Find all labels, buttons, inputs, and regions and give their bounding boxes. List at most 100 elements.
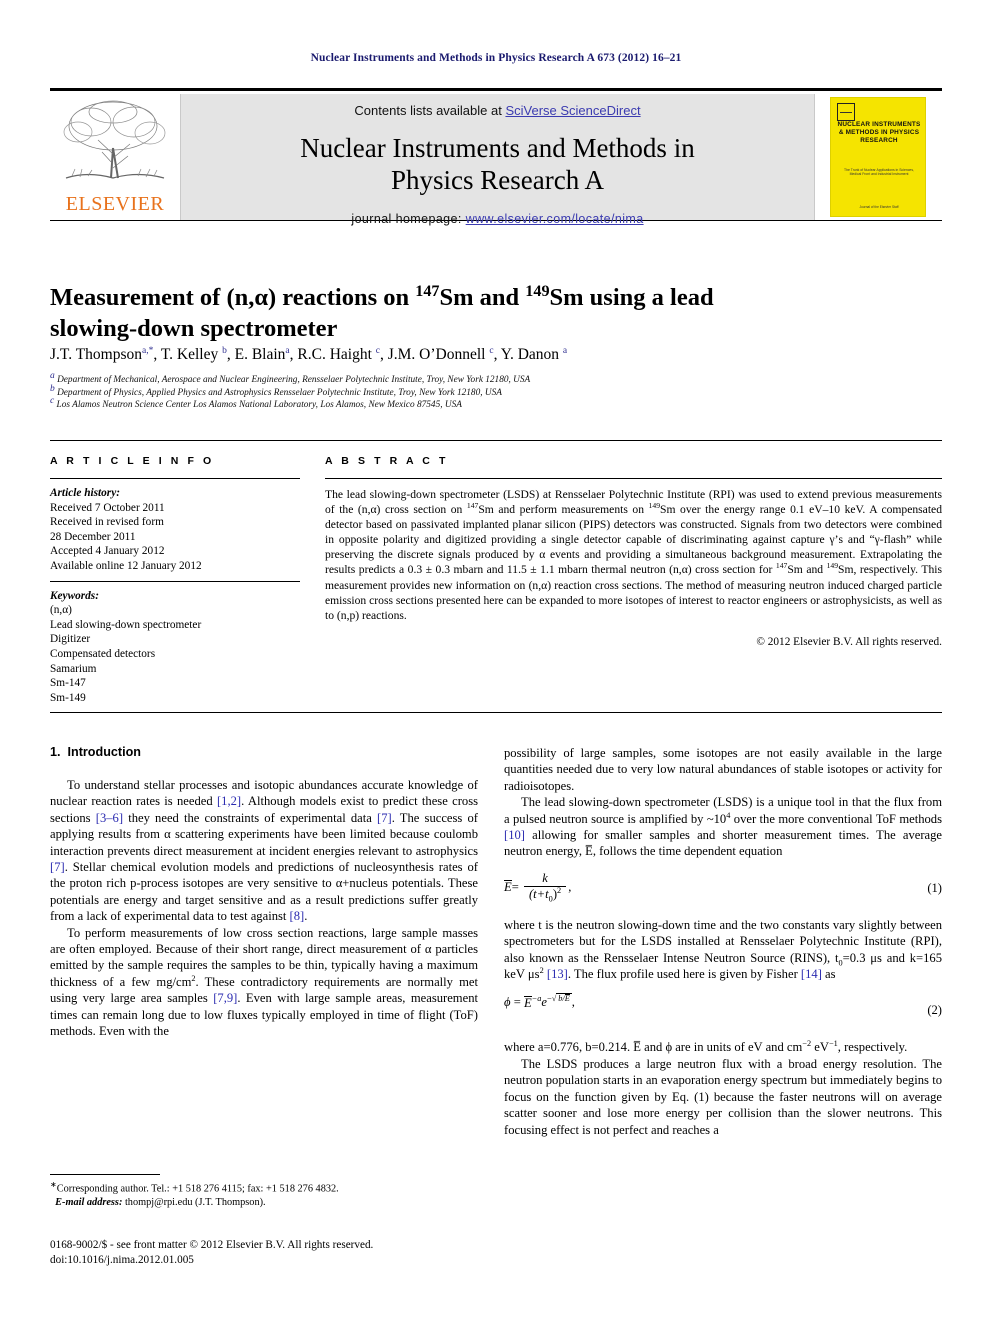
abstract-heading: A B S T R A C T <box>325 455 449 467</box>
equation-2-phi: ϕ <box>504 995 511 1010</box>
citation-ref[interactable]: [3–6] <box>96 811 123 825</box>
equation-2-E-exponent: −a <box>531 994 542 1004</box>
keyword-item[interactable]: (n,α) <box>50 603 300 618</box>
equation-2-radicand: b/E <box>556 993 572 1004</box>
doi-line[interactable]: doi:10.1016/j.nima.2012.01.005 <box>50 1253 510 1268</box>
affiliation-item: b Department of Physics, Applied Physics… <box>50 383 930 400</box>
body-left-column: 1. Introduction To understand stellar pr… <box>50 745 478 1040</box>
equation-2-radicand-E: E <box>564 994 570 1004</box>
cover-title: NUCLEAR INSTRUMENTS & METHODS IN PHYSICS… <box>837 121 921 145</box>
cover-subtitle: The Trunk of Nuclear Applications in Sci… <box>844 168 914 177</box>
abstract-sup-149b: 149 <box>826 561 839 571</box>
citation-ref[interactable]: [1,2] <box>217 794 241 808</box>
citation-ref[interactable]: [13] <box>547 967 568 981</box>
journal-homepage-link[interactable]: www.elsevier.com/locate/nima <box>466 212 644 226</box>
affiliation-list: a Department of Mechanical, Aerospace an… <box>50 371 930 412</box>
author-name[interactable]: Y. Danon <box>501 346 559 363</box>
masthead-center: Contents lists available at SciVerse Sci… <box>181 94 814 226</box>
article-history-block: Article history: Received 7 October 2011… <box>50 486 300 574</box>
running-head: Nuclear Instruments and Methods in Physi… <box>310 52 682 64</box>
abstract-part-2: Sm and perform measurements on <box>478 503 649 517</box>
keywords-label: Keywords: <box>50 589 99 602</box>
keywords-rule <box>50 580 300 582</box>
footnote-rule <box>50 1174 160 1175</box>
page-footer: 0168-9002/$ - see front matter © 2012 El… <box>50 1238 510 1267</box>
section-number: 1. <box>50 745 61 759</box>
text-run: , respectively. <box>837 1040 908 1055</box>
sciencedirect-link[interactable]: SciVerse ScienceDirect <box>505 103 640 118</box>
author-name[interactable]: R.C. Haight <box>297 346 372 363</box>
keyword-item[interactable]: Samarium <box>50 662 300 677</box>
equation-1-comma: , <box>568 879 572 894</box>
affiliation-text: Los Alamos Neutron Science Center Los Al… <box>56 400 462 411</box>
author-name[interactable]: J.M. O’Donnell <box>388 346 486 363</box>
article-info-rule <box>50 478 300 479</box>
paragraph: where a=0.776, b=0.214. E̅ and ϕ are in … <box>504 1039 942 1055</box>
equation-1-number: (1) <box>927 880 942 895</box>
paragraph: To understand stellar processes and isot… <box>50 777 478 925</box>
article-history-label: Article history: <box>50 487 120 499</box>
section-heading-introduction: 1. Introduction <box>50 745 478 759</box>
author-affil-mark: a <box>285 345 290 356</box>
keyword-item[interactable]: Compensated detectors <box>50 647 300 662</box>
elsevier-tree-icon <box>63 100 166 179</box>
citation-ref[interactable]: [7] <box>377 811 392 825</box>
title-sup-149: 149 <box>525 283 550 301</box>
author-name[interactable]: E. Blain <box>235 346 286 363</box>
history-item: Received in revised form <box>50 516 164 529</box>
citation-ref[interactable]: [8] <box>290 909 305 923</box>
info-section-divider <box>50 440 942 441</box>
abstract-rule <box>325 478 942 479</box>
equation-1-denominator: (t+t0)2 <box>523 885 567 903</box>
journal-masthead: ELSEVIER Contents lists available at Sci… <box>50 88 942 226</box>
journal-homepage-line: journal homepage: www.elsevier.com/locat… <box>181 212 814 226</box>
text-run: where a=0.776, b=0.214. E̅ and ϕ are in … <box>504 1040 803 1055</box>
superscript: −2 <box>802 1039 812 1049</box>
author-affil-mark: c <box>375 345 380 356</box>
citation-ref[interactable]: [7] <box>50 860 65 874</box>
equation-2-number: (2) <box>927 1003 942 1018</box>
issn-copyright-line: 0168-9002/$ - see front matter © 2012 El… <box>50 1239 374 1251</box>
footnote-mark: ∗ <box>50 1180 57 1189</box>
abstract-sup-149: 149 <box>648 501 661 511</box>
author-name[interactable]: T. Kelley <box>161 346 218 363</box>
affiliation-mark: b <box>50 383 55 394</box>
homepage-prefix: journal homepage: <box>351 212 466 226</box>
author-affil-mark: a <box>562 345 568 356</box>
keyword-item[interactable]: Lead slowing-down spectrometer <box>50 618 300 633</box>
equation-1: E= k (t+t0)2 , (1) <box>504 871 942 905</box>
section-title: Introduction <box>67 745 141 759</box>
cover-footer: Journal of the Elsevier Staff <box>859 205 899 209</box>
equation-1-fraction: k (t+t0)2 <box>523 871 567 903</box>
email-link[interactable]: thompj@rpi.edu (J.T. Thompson). <box>122 1197 266 1208</box>
affiliation-item: c Los Alamos Neutron Science Center Los … <box>50 396 930 412</box>
affiliation-item: a Department of Mechanical, Aerospace an… <box>50 371 930 387</box>
title-part-1: Measurement of (n,α) reactions on <box>50 284 416 312</box>
citation-ref[interactable]: [10] <box>504 828 525 842</box>
equation-1-den-t: (t+t <box>528 886 549 901</box>
text-run: eV <box>811 1040 829 1055</box>
abstract-sup-147: 147 <box>466 501 479 511</box>
journal-cover-thumbnail[interactable]: NUCLEAR INSTRUMENTS & METHODS IN PHYSICS… <box>830 97 926 217</box>
journal-title-line-1: Nuclear Instruments and Methods in <box>300 133 695 163</box>
equation-2-equals: = <box>513 995 521 1010</box>
keyword-item[interactable]: Sm-147 <box>50 676 300 691</box>
text-run: . The flux profile used here is given by… <box>567 967 801 982</box>
keyword-item[interactable]: Sm-149 <box>50 691 300 706</box>
paragraph: The LSDS produces a large neutron flux w… <box>504 1056 942 1137</box>
text-run: . Stellar chemical evolution models and … <box>50 860 478 924</box>
body-section-divider <box>50 712 942 713</box>
body-right-column: possibility of large samples, some isoto… <box>504 745 942 1138</box>
keyword-item[interactable]: Digitizer <box>50 632 300 647</box>
affiliation-text: Department of Mechanical, Aerospace and … <box>57 375 531 385</box>
title-line-2: slowing-down spectrometer <box>50 315 338 343</box>
abstract-sup-147b: 147 <box>775 561 788 571</box>
history-item: 28 December 2011 <box>50 530 136 543</box>
text-run: . <box>304 909 308 924</box>
author-affil-mark: b <box>222 345 227 356</box>
citation-ref[interactable]: [7,9] <box>213 991 237 1005</box>
equation-2-Ebar: E <box>523 995 532 1010</box>
citation-ref[interactable]: [14] <box>801 967 822 981</box>
author-name[interactable]: J.T. Thompson <box>50 346 142 363</box>
equation-2-comma: , <box>571 995 575 1010</box>
